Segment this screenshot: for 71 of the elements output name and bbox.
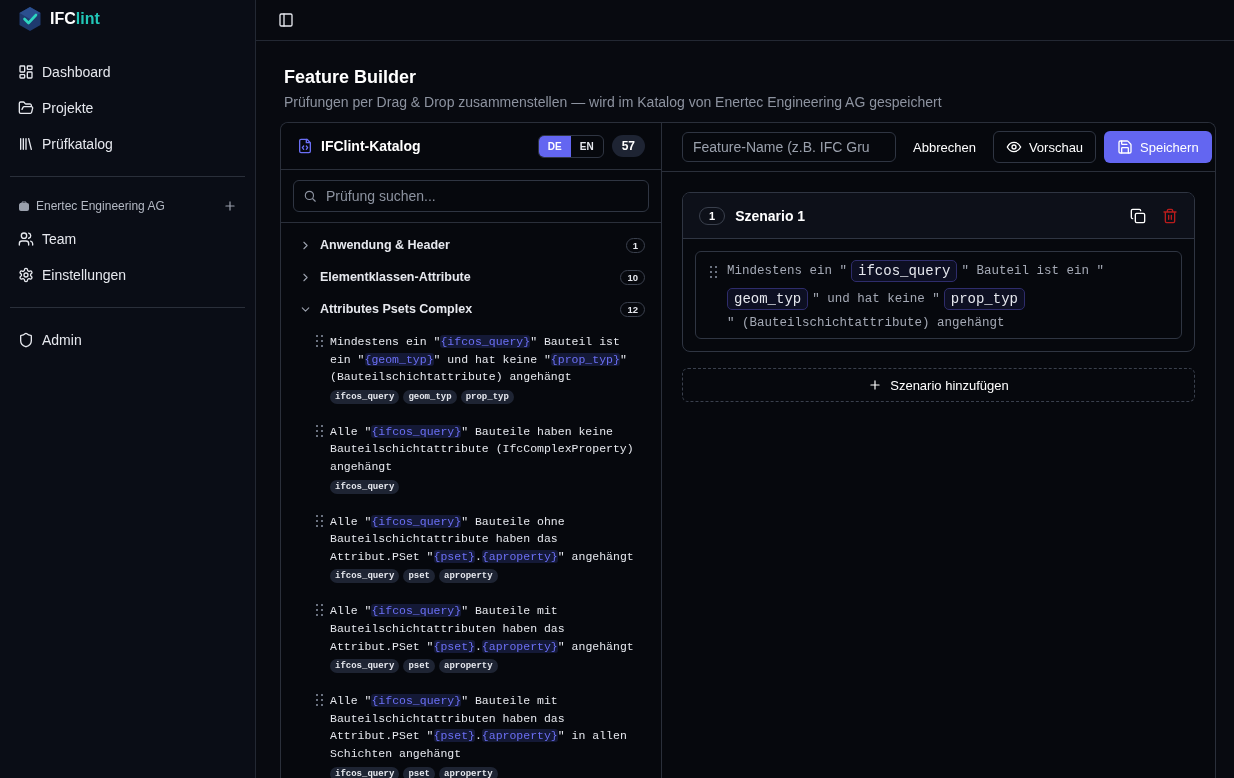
check-description[interactable]: Alle "{ifcos_query}" Bauteile haben keine Bauteilschichtattribute (IfcComplexProperty) angehängt <box>330 422 645 476</box>
variable-field[interactable]: ifcos_query <box>851 260 958 282</box>
drag-handle-icon[interactable] <box>316 514 323 527</box>
shield-icon <box>18 332 34 348</box>
save-button[interactable]: Speichern <box>1104 131 1212 163</box>
category-row[interactable]: Attributes Psets Complex 12 <box>281 293 661 325</box>
logo-icon <box>18 6 42 32</box>
check-description[interactable]: Alle "{ifcos_query}" Bauteile mit Bauteilschichtattributen haben das Attribut.PSet "{pset}.{aproperty}" angehängt <box>330 602 645 656</box>
variable-tag: pset <box>403 659 436 674</box>
variable-tag: prop_typ <box>460 389 514 404</box>
language-toggle[interactable]: EN <box>570 135 603 157</box>
settings-icon <box>18 267 34 283</box>
plus-icon[interactable] <box>223 199 237 213</box>
variable-tag: aproperty <box>439 766 498 778</box>
sidebar-item[interactable]: Dashboard <box>8 54 247 90</box>
page-subtitle: Prüfungen per Drag & Drop zusammenstellen — wird im Katalog von Enertec Engineering AG gespeichert <box>284 94 943 110</box>
variable-tag: ifcos_query <box>330 766 400 778</box>
sidebar-item[interactable]: Team <box>8 221 247 257</box>
variable-tag: aproperty <box>439 569 498 584</box>
variable-tag: pset <box>403 569 436 584</box>
dashboard-icon <box>18 64 34 80</box>
variable-tag: ifcos_query <box>330 659 400 674</box>
feature-name-field[interactable]: Feature-Name (z.B. IFC Gru <box>682 132 896 162</box>
check-count: 57 <box>611 135 645 157</box>
variable-field[interactable]: prop_typ <box>943 288 1025 310</box>
drag-handle-icon[interactable] <box>316 604 323 617</box>
sidebar-item[interactable]: Prüfkatalog <box>8 126 247 162</box>
variable-tag: ifcos_query <box>330 479 400 494</box>
sidebar-toggle-icon[interactable] <box>278 12 294 28</box>
page-title: Feature Builder <box>284 67 418 88</box>
variable-tag: ifcos_query <box>330 389 400 404</box>
code-file-icon <box>297 138 313 154</box>
step-text: " und hat keine " <box>812 292 940 306</box>
drag-handle-icon[interactable] <box>316 424 323 437</box>
sidebar-item[interactable]: Projekte <box>8 90 247 126</box>
variable-tag: ifcos_query <box>330 569 400 584</box>
drag-handle-icon[interactable] <box>316 694 323 707</box>
copy-icon[interactable] <box>1130 207 1146 224</box>
sidebar-item[interactable]: Einstellungen <box>8 257 247 293</box>
cancel-button[interactable]: Abbrechen <box>904 131 985 163</box>
users-icon <box>18 231 34 247</box>
step-text: " (Bauteilschichtattribute) angehängt <box>727 316 1005 330</box>
drag-handle-icon[interactable] <box>316 335 323 347</box>
drag-handle-icon[interactable] <box>710 266 717 278</box>
sidebar-item[interactable]: Admin <box>8 322 247 358</box>
organization-name: Enertec Engineering AG <box>36 199 166 213</box>
step-text: Mindestens ein " <box>727 264 848 278</box>
variable-tag: pset <box>403 766 436 778</box>
language-toggle[interactable]: DE <box>538 135 571 157</box>
search-icon <box>303 189 317 203</box>
check-description[interactable]: Alle "{ifcos_query}" Bauteile ohne Bauteilschichtattribute haben das Attribut.PSet "{pset}.{aproperty}" angehängt <box>330 512 645 566</box>
category-row[interactable]: Anwendung & Header 1 <box>281 229 661 261</box>
trash-icon[interactable] <box>1162 207 1178 224</box>
search-field[interactable]: Prüfung suchen... <box>293 180 649 212</box>
scenario-title: Szenario 1 <box>735 207 807 224</box>
variable-tag: geom_typ <box>403 389 457 404</box>
building-icon <box>18 200 30 212</box>
catalog-title: IFClint-Katalog <box>321 138 422 154</box>
preview-button[interactable]: Vorschau <box>992 131 1097 163</box>
add-scenario-button[interactable]: Szenario hinzufügen <box>682 368 1195 402</box>
logo-text: IFClint <box>50 10 100 28</box>
variable-field[interactable]: geom_typ <box>727 288 809 310</box>
plus-icon <box>868 378 883 392</box>
eye-icon <box>1005 139 1022 155</box>
folder-icon <box>18 100 34 116</box>
check-description[interactable]: Mindestens ein "{ifcos_query}" Bauteil ist ein "{geom_typ}" und hat keine "{prop_typ}" (Bauteilschichtattribute) angehängt <box>330 333 645 386</box>
check-description[interactable]: Alle "{ifcos_query}" Bauteile mit Bauteilschichtattributen haben das Attribut.PSet "{pset}.{aproperty}" in allen Schichten angehängt <box>330 692 645 763</box>
category-row[interactable]: Elementklassen-Attribute 10 <box>281 261 661 293</box>
step-text: " Bauteil ist ein " <box>961 264 1104 278</box>
variable-tag: aproperty <box>439 659 498 674</box>
library-icon <box>18 136 34 152</box>
